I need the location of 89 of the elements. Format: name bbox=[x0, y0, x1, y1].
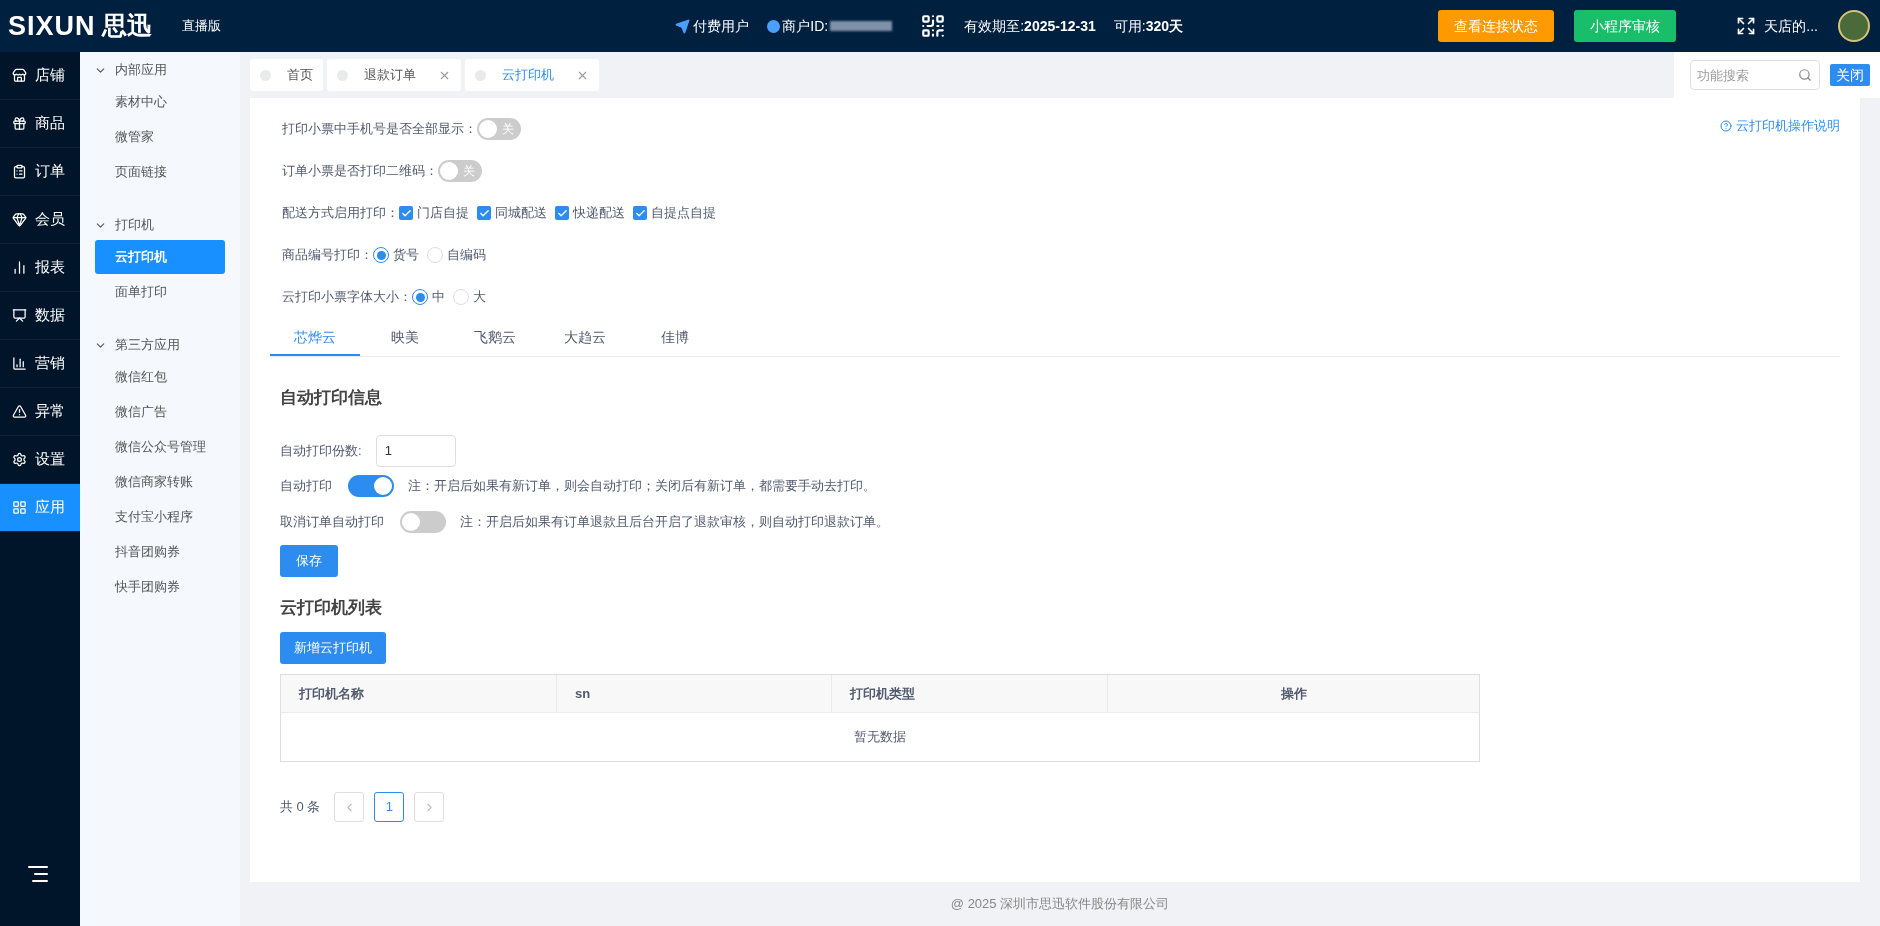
setting-label: 打印小票中手机号是否全部显示： bbox=[282, 120, 477, 139]
setting-label: 订单小票是否打印二维码： bbox=[282, 162, 438, 181]
provider-tab[interactable]: 映美 bbox=[360, 320, 450, 356]
submenu-item[interactable]: 面单打印 bbox=[95, 275, 225, 309]
copies-label: 自动打印份数: bbox=[280, 441, 362, 460]
toggle-label: 取消订单自动打印 bbox=[280, 512, 384, 531]
page-tab[interactable]: 退款订单 bbox=[327, 59, 461, 91]
checkbox[interactable] bbox=[555, 206, 569, 220]
help-icon bbox=[1720, 119, 1732, 132]
page-tab[interactable]: 云打印机 bbox=[465, 59, 599, 91]
check-icon bbox=[634, 207, 646, 219]
empty-message: 暂无数据 bbox=[853, 728, 907, 747]
avatar[interactable] bbox=[1838, 10, 1870, 42]
nav-icon bbox=[12, 260, 27, 275]
nav-icon bbox=[12, 212, 27, 227]
toggle-switch[interactable] bbox=[400, 510, 446, 533]
menu-group[interactable]: 第三方应用 bbox=[80, 331, 240, 359]
submenu-item[interactable]: 抖音团购券 bbox=[95, 535, 225, 569]
checkbox-label: 快递配送 bbox=[573, 204, 625, 223]
submenu-item[interactable]: 支付宝小程序 bbox=[95, 500, 225, 534]
radio-label: 自编码 bbox=[447, 246, 486, 265]
logo-chinese: 思迅 bbox=[101, 10, 152, 42]
column-header: sn bbox=[556, 675, 831, 712]
search-icon bbox=[1798, 68, 1812, 82]
available-label: 可用: bbox=[1113, 16, 1146, 36]
submenu-item[interactable]: 页面链接 bbox=[95, 155, 225, 189]
submenu-item[interactable]: 微信商家转账 bbox=[95, 465, 225, 499]
submenu-item[interactable]: 快手团购券 bbox=[95, 570, 225, 604]
total-count: 共 0 条 bbox=[280, 798, 321, 817]
column-header: 打印机名称 bbox=[297, 684, 365, 703]
nav-icon bbox=[12, 404, 27, 419]
check-icon bbox=[478, 207, 490, 219]
column-header: 操作 bbox=[1107, 675, 1479, 712]
provider-tab[interactable]: 大趋云 bbox=[540, 320, 630, 356]
checkbox-label: 门店自提 bbox=[417, 204, 469, 223]
toggle-label: 自动打印 bbox=[280, 476, 332, 495]
section-title: 自动打印信息 bbox=[280, 387, 383, 409]
help-link[interactable]: 云打印机操作说明 bbox=[1720, 116, 1840, 136]
page-tab[interactable]: 首页 bbox=[250, 59, 323, 91]
copies-field[interactable]: 1 bbox=[375, 434, 456, 467]
setting-label: 配送方式启用打印： bbox=[282, 204, 399, 223]
setting-label: 商品编号打印： bbox=[282, 246, 373, 265]
round-icon bbox=[767, 19, 781, 33]
submenu-item[interactable]: 素材中心 bbox=[95, 85, 225, 119]
nav-icon bbox=[12, 356, 27, 371]
checkbox[interactable] bbox=[633, 206, 647, 220]
checkbox[interactable] bbox=[477, 206, 491, 220]
check-icon bbox=[400, 207, 412, 219]
checkbox-label: 同城配送 bbox=[495, 204, 547, 223]
radio-label: 大 bbox=[473, 288, 486, 307]
submenu-item[interactable]: 微信公众号管理 bbox=[95, 430, 225, 464]
nav-icon bbox=[12, 116, 27, 131]
submenu-item[interactable]: 微信红包 bbox=[95, 360, 225, 394]
column-header: 打印机类型 bbox=[831, 675, 1107, 712]
nav-icon bbox=[12, 164, 27, 179]
setting-label: 云打印小票字体大小： bbox=[282, 288, 412, 307]
logo: SIXUN bbox=[8, 9, 96, 43]
checkbox[interactable] bbox=[399, 206, 413, 220]
merchant-id-label: 商户ID: bbox=[782, 16, 829, 36]
nav-icon bbox=[12, 308, 27, 323]
toggle-note: 注：开启后如果有订单退款且后台开启了退款审核，则自动打印退款订单。 bbox=[460, 512, 889, 531]
nav-icon bbox=[12, 68, 27, 83]
menu-group[interactable]: 打印机 bbox=[80, 211, 240, 239]
footer-copyright: @ 2025 深圳市思迅软件股份有限公司 bbox=[950, 895, 1170, 914]
menu-group[interactable]: 内部应用 bbox=[80, 56, 240, 84]
toggle-switch[interactable] bbox=[348, 474, 394, 497]
expiry-date: 2025-12-31 bbox=[1024, 16, 1096, 36]
nav-icon bbox=[12, 452, 27, 467]
blurred-id bbox=[830, 21, 893, 31]
checkbox-label: 自提点自提 bbox=[651, 204, 716, 223]
radio-label: 货号 bbox=[393, 246, 419, 265]
paper-plane-icon bbox=[675, 18, 691, 34]
qr-code-icon[interactable] bbox=[920, 13, 947, 39]
radio-label: 中 bbox=[432, 288, 445, 307]
check-icon bbox=[556, 207, 568, 219]
fullscreen-icon[interactable] bbox=[1736, 16, 1757, 36]
section-title: 云打印机列表 bbox=[280, 596, 383, 619]
provider-tab[interactable]: 飞鹅云 bbox=[450, 320, 540, 356]
toggle-note: 注：开启后如果有新订单，则会自动打印；关闭后有新订单，都需要手动去打印。 bbox=[408, 476, 876, 495]
provider-tab[interactable]: 佳博 bbox=[630, 320, 720, 356]
edition-label: 直播版 bbox=[181, 17, 221, 36]
submenu-item[interactable]: 微管家 bbox=[95, 120, 225, 154]
search-field[interactable]: 功能搜索 bbox=[1690, 60, 1820, 90]
submenu-item[interactable]: 微信广告 bbox=[95, 395, 225, 429]
expiry-label: 有效期至: bbox=[964, 16, 1025, 36]
provider-tab[interactable]: 芯烨云 bbox=[270, 320, 360, 356]
shop-name[interactable]: 天店的... bbox=[1764, 15, 1818, 37]
user-type: 付费用户 bbox=[693, 16, 750, 36]
nav-icon bbox=[12, 500, 27, 515]
